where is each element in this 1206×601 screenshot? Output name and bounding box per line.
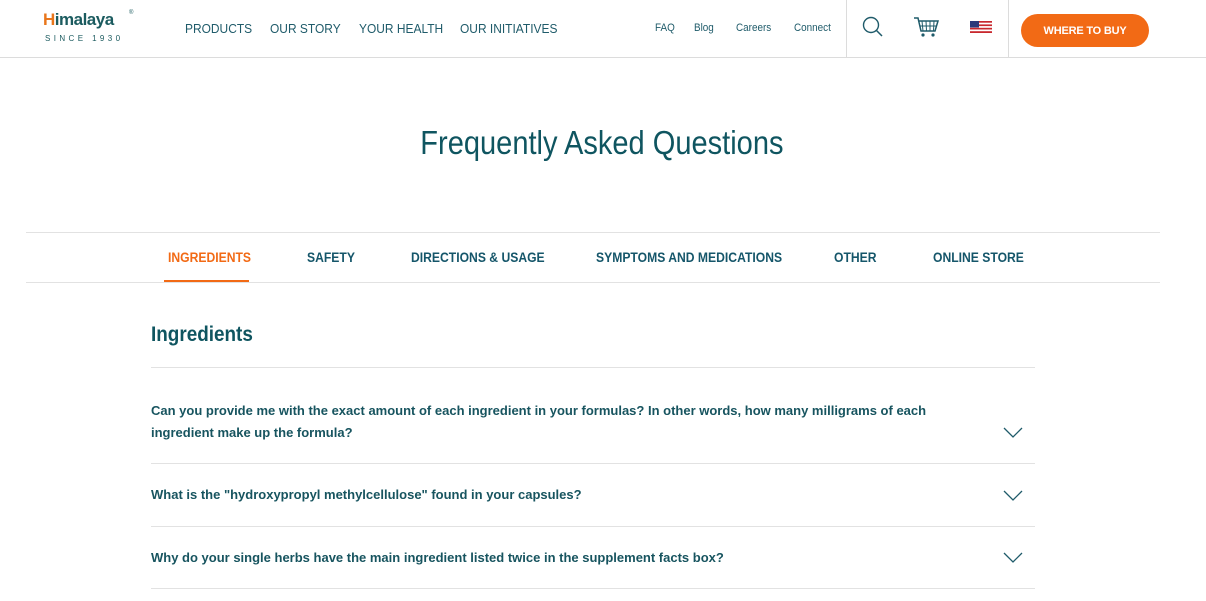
tab-ingredients[interactable]: INGREDIENTS: [168, 250, 251, 265]
chevron-down-icon[interactable]: [1003, 490, 1023, 502]
cart-icon[interactable]: [913, 14, 939, 40]
chevron-down-icon[interactable]: [1003, 552, 1023, 564]
tab-online-store[interactable]: ONLINE STORE: [933, 250, 1024, 265]
faq-category-tabs: INGREDIENTS SAFETY DIRECTIONS & USAGE SY…: [26, 232, 1160, 283]
logo-registered-mark: ®: [129, 10, 134, 16]
tab-symptoms-medications[interactable]: SYMPTOMS AND MEDICATIONS: [596, 250, 782, 265]
tab-safety[interactable]: SAFETY: [307, 250, 355, 265]
faq-question-line: Why do your single herbs have the main i…: [151, 550, 724, 565]
active-tab-underline: [164, 280, 249, 282]
nav-your-health[interactable]: YOUR HEALTH: [359, 21, 443, 36]
divider: [151, 588, 1035, 589]
nav-careers[interactable]: Careers: [736, 22, 771, 34]
chevron-down-icon[interactable]: [1003, 427, 1023, 439]
nav-our-story[interactable]: OUR STORY: [270, 21, 341, 36]
nav-our-initiatives[interactable]: OUR INITIATIVES: [460, 21, 557, 36]
search-icon[interactable]: [860, 14, 886, 40]
faq-question[interactable]: Can you provide me with the exact amount…: [151, 400, 971, 444]
himalaya-logo[interactable]: Himalaya ® SINCE 1930: [43, 10, 135, 46]
main-nav: PRODUCTS OUR STORY YOUR HEALTH OUR INITI…: [185, 0, 595, 56]
faq-question-line: Can you provide me with the exact amount…: [151, 403, 927, 418]
tab-directions-usage[interactable]: DIRECTIONS & USAGE: [411, 250, 545, 265]
header-divider-2: [1008, 0, 1009, 57]
nav-blog[interactable]: Blog: [694, 22, 714, 34]
nav-faq[interactable]: FAQ: [655, 22, 675, 34]
divider: [151, 526, 1035, 527]
us-flag-icon[interactable]: [968, 14, 994, 40]
where-to-buy-button[interactable]: WHERE TO BUY: [1021, 14, 1149, 47]
faq-question-line: ingredient make up the formula?: [151, 425, 353, 440]
tab-other[interactable]: OTHER: [834, 250, 877, 265]
section-title: Ingredients: [151, 323, 253, 346]
divider: [151, 463, 1035, 464]
faq-question-line: What is the "hydroxypropyl methylcellulo…: [151, 487, 582, 502]
page-title: Frequently Asked Questions: [420, 124, 784, 161]
logo-wordmark: Himalaya: [43, 10, 114, 29]
divider: [151, 367, 1035, 368]
logo-since-text: SINCE 1930: [45, 34, 124, 43]
site-header: Himalaya ® SINCE 1930 PRODUCTS OUR STORY…: [0, 0, 1206, 58]
faq-question[interactable]: What is the "hydroxypropyl methylcellulo…: [151, 484, 971, 506]
header-divider: [846, 0, 847, 57]
nav-products[interactable]: PRODUCTS: [185, 21, 252, 36]
nav-connect[interactable]: Connect: [794, 22, 831, 34]
faq-question[interactable]: Why do your single herbs have the main i…: [151, 547, 971, 569]
